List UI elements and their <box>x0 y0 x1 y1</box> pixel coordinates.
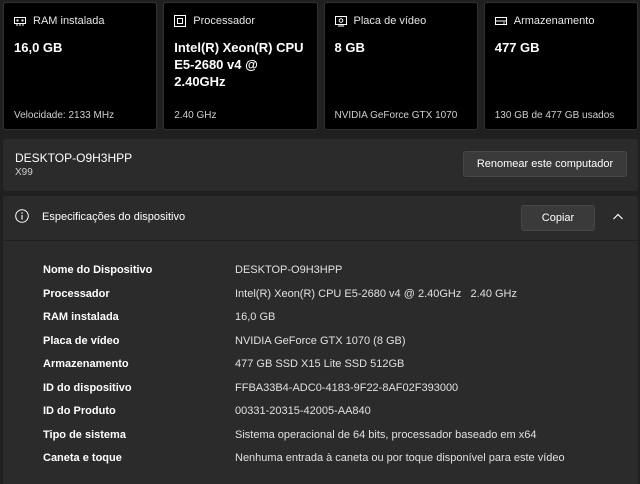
spec-row: Nome do Dispositivo DESKTOP-O9H3HPP <box>3 261 638 281</box>
spec-row: Placa de vídeo NVIDIA GeForce GTX 1070 (… <box>3 332 638 352</box>
display-adapter-icon <box>334 15 347 27</box>
spec-value: NVIDIA GeForce GTX 1070 (8 GB) <box>235 334 406 347</box>
card-value: 8 GB <box>334 40 365 55</box>
card-footer: NVIDIA GeForce GTX 1070 <box>334 110 458 121</box>
spec-value: FFBA33B4-ADC0-4183-9F22-8AF02F393000 <box>235 381 459 394</box>
ram-icon <box>14 15 26 27</box>
card-value: 477 GB <box>494 40 540 55</box>
card-display-adapter: Placa de vídeo 8 GB NVIDIA GeForce GTX 1… <box>323 2 478 130</box>
card-title: Armazenamento <box>513 15 595 27</box>
card-value: 16,0 GB <box>14 40 63 55</box>
card-footer: 2.40 GHz <box>174 110 217 121</box>
spec-value: 16,0 GB <box>235 311 276 323</box>
spec-value: 477 GB SSD X15 Lite SSD 512GB <box>235 358 405 370</box>
spec-value: Nenhuma entrada à caneta ou por toque di… <box>235 452 565 464</box>
spec-row: Tipo de sistema Sistema operacional de 6… <box>3 426 638 446</box>
card-footer: Velocidade: 2133 MHz <box>14 110 115 121</box>
copy-button[interactable]: Copiar <box>521 205 595 231</box>
device-specs-title: Especificações do dispositivo <box>42 211 186 223</box>
card-title: Processador <box>193 15 256 27</box>
spec-row: Caneta e toque Nenhuma entrada à caneta … <box>3 449 638 469</box>
spec-row: ID do Produto 00331-20315-42005-AA840 <box>3 402 638 422</box>
card-title: Placa de vídeo <box>353 15 427 27</box>
spec-label: RAM instalada <box>43 311 119 323</box>
spec-value: 00331-20315-42005-AA840 <box>235 405 371 417</box>
processor-icon <box>174 15 187 27</box>
card-title: RAM instalada <box>33 15 105 27</box>
card-footer: 130 GB de 477 GB usados <box>494 110 615 121</box>
about-page: RAM instalada 16,0 GB Velocidade: 2133 M… <box>0 0 640 484</box>
computer-model: X99 <box>15 167 33 178</box>
spec-value: DESKTOP-O9H3HPP <box>235 264 343 276</box>
spec-row: Processador Intel(R) Xeon(R) CPU E5-2680… <box>3 285 638 305</box>
device-specs-header[interactable]: Especificações do dispositivo Copiar <box>3 196 638 240</box>
card-storage: Armazenamento 477 GB 130 GB de 477 GB us… <box>483 2 638 130</box>
spec-label: Processador <box>43 287 110 300</box>
spec-label: Tipo de sistema <box>43 428 126 441</box>
spec-label: Caneta e toque <box>43 452 122 464</box>
device-specs-list: Nome do Dispositivo DESKTOP-O9H3HPP Proc… <box>3 241 638 484</box>
spec-label: Placa de vídeo <box>43 334 120 347</box>
spec-label: ID do Produto <box>43 405 116 417</box>
storage-icon <box>494 15 507 27</box>
summary-cards: RAM instalada 16,0 GB Velocidade: 2133 M… <box>3 2 638 130</box>
spec-row: RAM instalada 16,0 GB <box>3 308 638 328</box>
card-value: Intel(R) Xeon(R) CPU E5-2680 v4 @ 2.40GH… <box>174 40 304 89</box>
spec-value: Sistema operacional de 64 bits, processa… <box>235 428 537 441</box>
spec-label: Nome do Dispositivo <box>43 264 153 276</box>
card-ram: RAM instalada 16,0 GB Velocidade: 2133 M… <box>3 2 158 130</box>
spec-row: Armazenamento 477 GB SSD X15 Lite SSD 51… <box>3 355 638 375</box>
rename-computer-button[interactable]: Renomear este computador <box>463 151 627 177</box>
info-icon <box>15 209 29 223</box>
spec-label: ID do dispositivo <box>43 381 132 394</box>
chevron-up-icon[interactable] <box>612 211 624 223</box>
spec-value: Intel(R) Xeon(R) CPU E5-2680 v4 @ 2.40GH… <box>235 287 517 300</box>
spec-row: ID do dispositivo FFBA33B4-ADC0-4183-9F2… <box>3 379 638 399</box>
card-processor: Processador Intel(R) Xeon(R) CPU E5-2680… <box>163 2 318 130</box>
computer-name: DESKTOP-O9H3HPP <box>15 151 133 165</box>
computer-name-panel: DESKTOP-O9H3HPP X99 Renomear este comput… <box>3 139 638 191</box>
spec-label: Armazenamento <box>43 358 129 370</box>
